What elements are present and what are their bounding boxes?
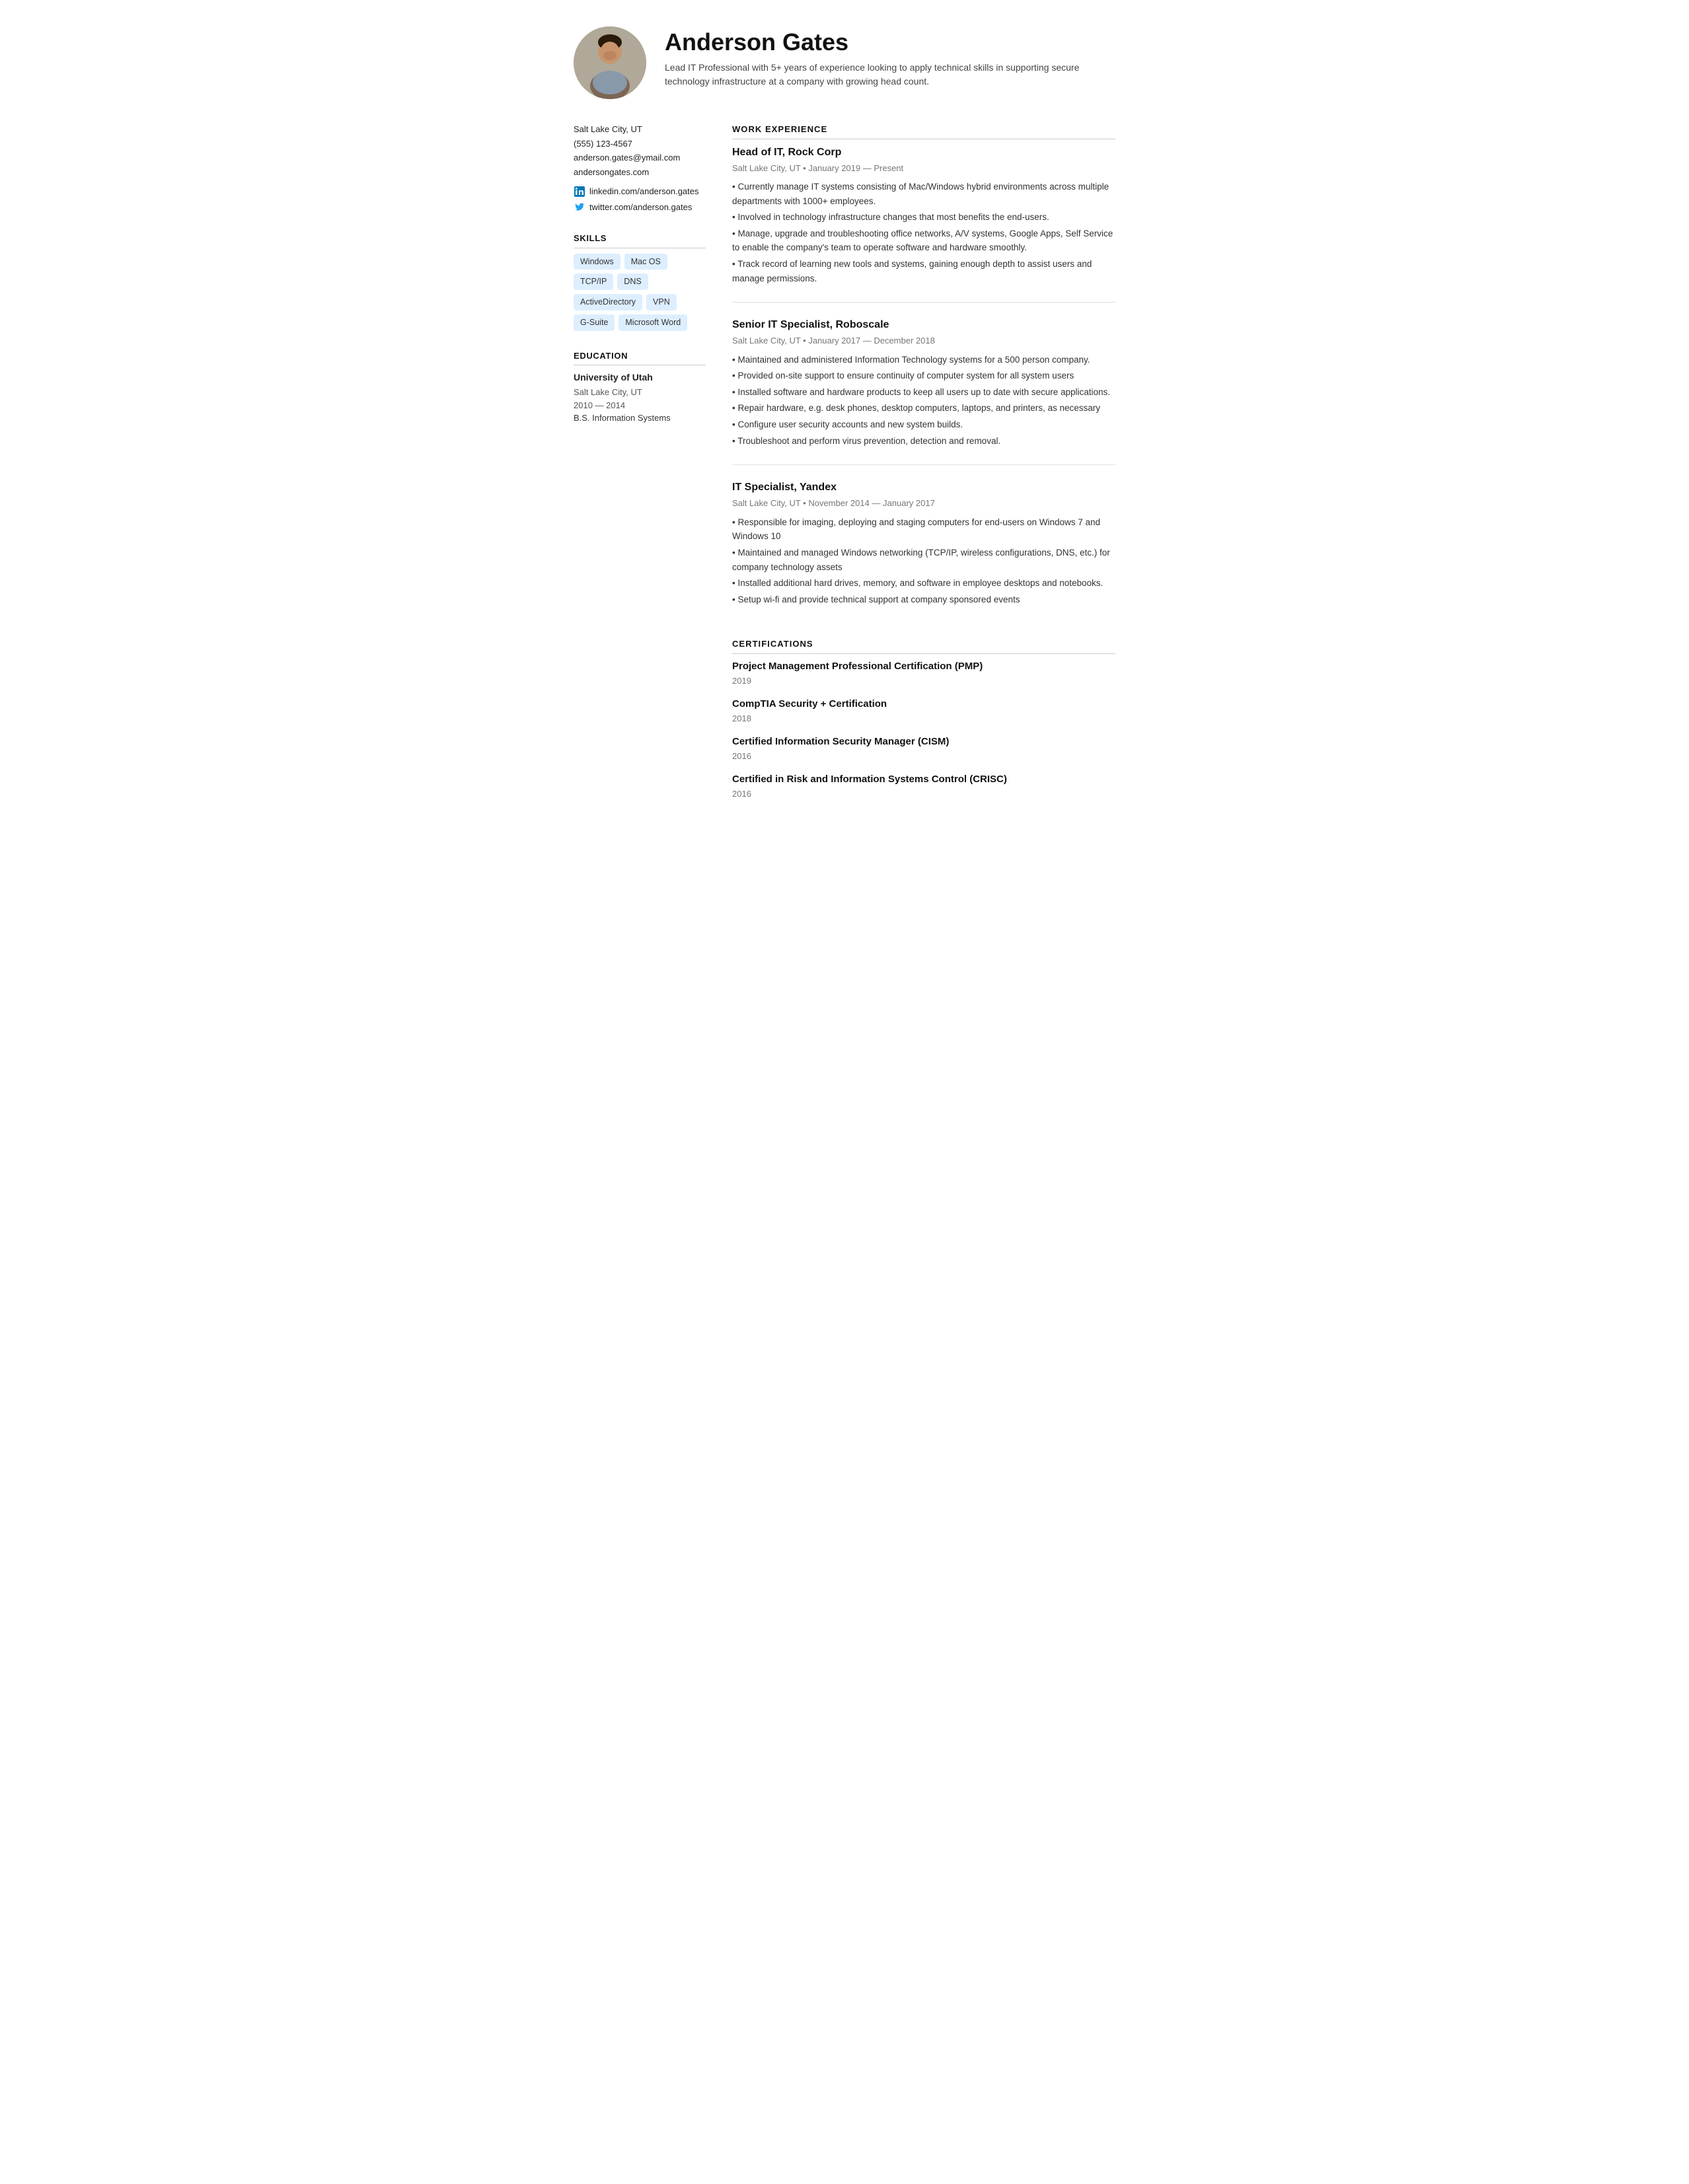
job-bullets: • Maintained and administered Informatio… xyxy=(732,353,1115,449)
contact-email: anderson.gates@ymail.com xyxy=(574,151,706,164)
cert-year: 2016 xyxy=(732,787,1115,801)
edu-school: University of Utah xyxy=(574,371,706,384)
edu-entry: University of Utah Salt Lake City, UT 20… xyxy=(574,371,706,425)
job-bullet: • Installed additional hard drives, memo… xyxy=(732,576,1115,591)
skill-badge: Windows xyxy=(574,254,620,270)
sidebar: Salt Lake City, UT (555) 123-4567 anders… xyxy=(574,123,706,810)
certifications-list: Project Management Professional Certific… xyxy=(732,659,1115,801)
linkedin-icon xyxy=(574,186,585,198)
linkedin-item: linkedin.com/anderson.gates xyxy=(574,185,706,198)
twitter-icon xyxy=(574,201,585,213)
cert-name: Certified in Risk and Information System… xyxy=(732,772,1115,787)
twitter-url: twitter.com/anderson.gates xyxy=(589,201,692,214)
job-title: IT Specialist, Yandex xyxy=(732,480,1115,495)
certifications-heading: CERTIFICATIONS xyxy=(732,637,1115,654)
job-title: Head of IT, Rock Corp xyxy=(732,145,1115,161)
cert-item: Project Management Professional Certific… xyxy=(732,659,1115,688)
job-bullet: • Involved in technology infrastructure … xyxy=(732,210,1115,225)
job-meta: Salt Lake City, UT • January 2017 — Dece… xyxy=(732,334,1115,347)
skill-badge: DNS xyxy=(617,273,648,290)
job-item: Senior IT Specialist, RoboscaleSalt Lake… xyxy=(732,317,1115,465)
skills-section: SKILLS WindowsMac OS TCP/IPDNS ActiveDirec… xyxy=(574,232,706,331)
job-bullet: • Configure user security accounts and n… xyxy=(732,418,1115,432)
skill-badge: Microsoft Word xyxy=(619,314,687,331)
skill-badge: G-Suite xyxy=(574,314,615,331)
avatar xyxy=(574,26,646,99)
candidate-name: Anderson Gates xyxy=(665,29,1115,55)
job-meta: Salt Lake City, UT • January 2019 — Pres… xyxy=(732,162,1115,175)
contact-website: andersongates.com xyxy=(574,166,706,179)
candidate-summary: Lead IT Professional with 5+ years of ex… xyxy=(665,61,1115,89)
education-heading: EDUCATION xyxy=(574,349,706,366)
header-info: Anderson Gates Lead IT Professional with… xyxy=(665,26,1115,89)
job-item: Head of IT, Rock CorpSalt Lake City, UT … xyxy=(732,145,1115,303)
contact-location: Salt Lake City, UT xyxy=(574,123,706,136)
main-content: WORK EXPERIENCE Head of IT, Rock CorpSal… xyxy=(732,123,1115,810)
job-bullet: • Repair hardware, e.g. desk phones, des… xyxy=(732,401,1115,416)
certifications-section: CERTIFICATIONS Project Management Profes… xyxy=(732,637,1115,801)
avatar-wrap xyxy=(574,26,646,99)
job-bullet: • Troubleshoot and perform virus prevent… xyxy=(732,434,1115,449)
job-bullet: • Setup wi-fi and provide technical supp… xyxy=(732,593,1115,607)
job-title: Senior IT Specialist, Roboscale xyxy=(732,317,1115,333)
skill-badge: VPN xyxy=(646,294,677,310)
skill-badge: TCP/IP xyxy=(574,273,613,290)
header-section: Anderson Gates Lead IT Professional with… xyxy=(574,26,1115,99)
job-bullets: • Responsible for imaging, deploying and… xyxy=(732,515,1115,607)
job-bullet: • Currently manage IT systems consisting… xyxy=(732,180,1115,208)
body-layout: Salt Lake City, UT (555) 123-4567 anders… xyxy=(574,123,1115,810)
skills-heading: SKILLS xyxy=(574,232,706,248)
contact-section: Salt Lake City, UT (555) 123-4567 anders… xyxy=(574,123,706,213)
job-bullet: • Maintained and managed Windows network… xyxy=(732,546,1115,574)
resume-page: Anderson Gates Lead IT Professional with… xyxy=(547,0,1142,850)
twitter-item: twitter.com/anderson.gates xyxy=(574,201,706,214)
cert-name: CompTIA Security + Certification xyxy=(732,697,1115,712)
skill-badge: ActiveDirectory xyxy=(574,294,642,310)
job-item: IT Specialist, Yandex Salt Lake City, UT … xyxy=(732,480,1115,623)
job-bullet: • Track record of learning new tools and… xyxy=(732,257,1115,285)
job-bullet: • Provided on-site support to ensure con… xyxy=(732,369,1115,383)
cert-item: Certified in Risk and Information System… xyxy=(732,772,1115,801)
jobs-list: Head of IT, Rock CorpSalt Lake City, UT … xyxy=(732,145,1115,624)
cert-name: Certified Information Security Manager (… xyxy=(732,735,1115,750)
linkedin-url: linkedin.com/anderson.gates xyxy=(589,185,699,198)
cert-year: 2019 xyxy=(732,674,1115,688)
edu-location: Salt Lake City, UT xyxy=(574,386,706,399)
cert-year: 2016 xyxy=(732,750,1115,763)
education-section: EDUCATION University of Utah Salt Lake C… xyxy=(574,349,706,425)
job-bullets: • Currently manage IT systems consisting… xyxy=(732,180,1115,285)
work-experience-heading: WORK EXPERIENCE xyxy=(732,123,1115,139)
skill-badge: Mac OS xyxy=(624,254,667,270)
job-bullet: • Installed software and hardware produc… xyxy=(732,385,1115,400)
edu-degree: B.S. Information Systems xyxy=(574,412,706,425)
cert-item: CompTIA Security + Certification2018 xyxy=(732,697,1115,725)
edu-years: 2010 — 2014 xyxy=(574,399,706,412)
job-bullet: • Responsible for imaging, deploying and… xyxy=(732,515,1115,544)
cert-year: 2018 xyxy=(732,712,1115,725)
work-experience-section: WORK EXPERIENCE Head of IT, Rock CorpSal… xyxy=(732,123,1115,623)
cert-name: Project Management Professional Certific… xyxy=(732,659,1115,674)
cert-item: Certified Information Security Manager (… xyxy=(732,735,1115,763)
job-bullet: • Maintained and administered Informatio… xyxy=(732,353,1115,367)
job-bullet: • Manage, upgrade and troubleshooting of… xyxy=(732,227,1115,255)
skills-grid: WindowsMac OS TCP/IPDNS ActiveDirectoryVPN… xyxy=(574,254,706,331)
contact-phone: (555) 123-4567 xyxy=(574,137,706,151)
job-meta: Salt Lake City, UT • November 2014 — Jan… xyxy=(732,497,1115,510)
